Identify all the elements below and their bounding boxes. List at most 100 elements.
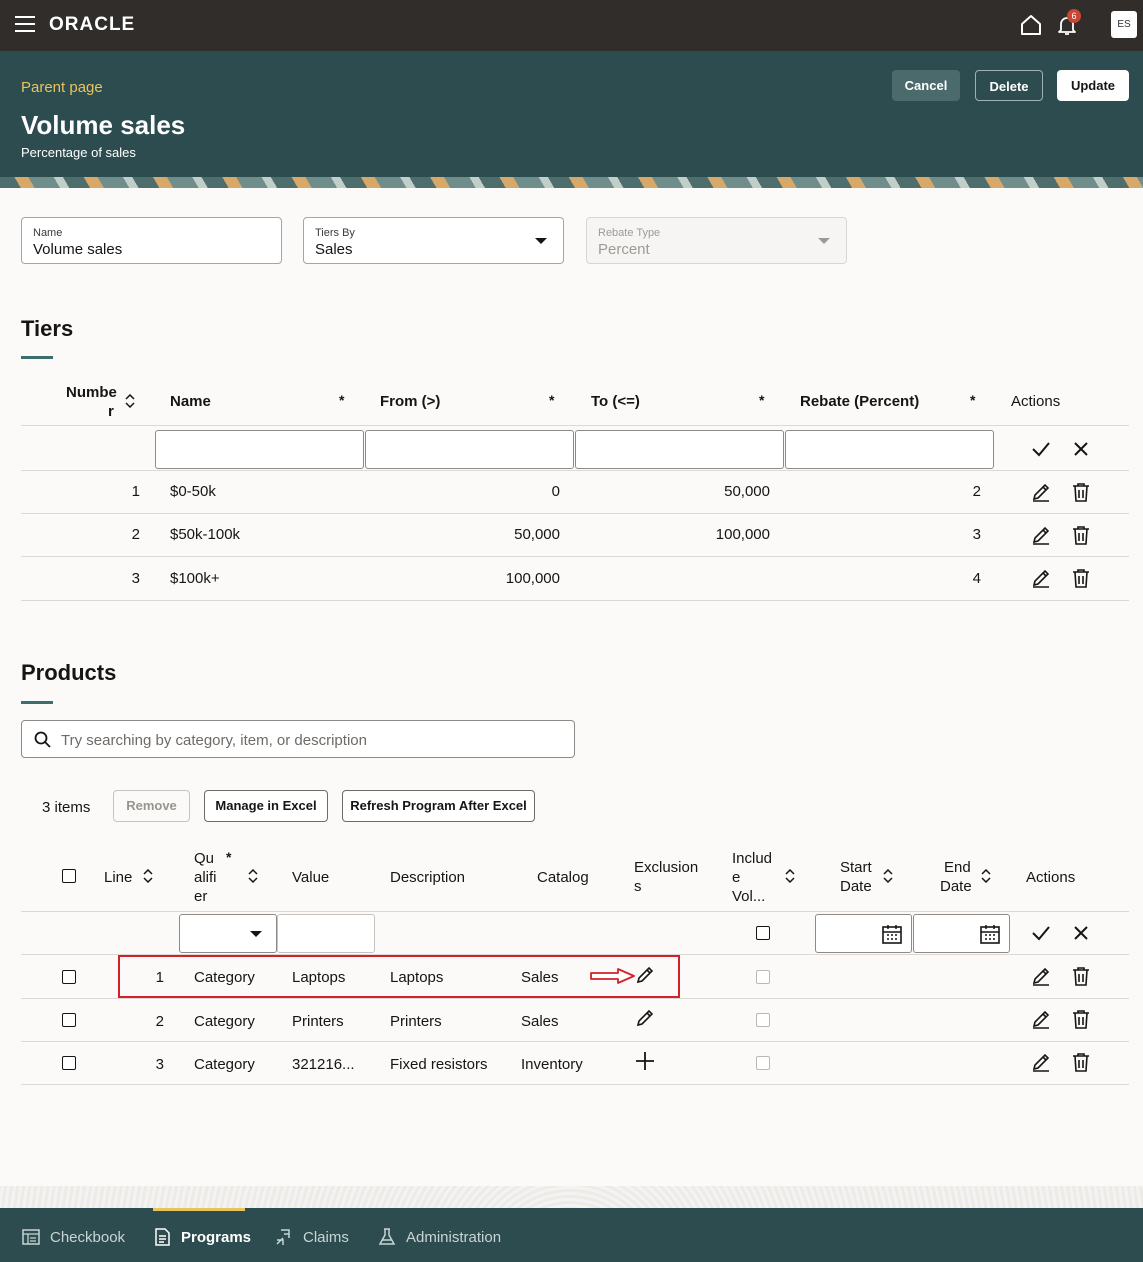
cancel-button[interactable]: Cancel xyxy=(892,70,960,101)
update-button[interactable]: Update xyxy=(1057,70,1129,101)
edit-icon[interactable] xyxy=(1030,481,1052,503)
new-tier-from-input[interactable] xyxy=(365,430,574,469)
select-all-checkbox[interactable] xyxy=(62,869,76,883)
divider xyxy=(21,600,1129,601)
col-line-header[interactable]: Line xyxy=(104,869,132,886)
tier-name: $50k-100k xyxy=(170,526,241,543)
chevron-down-icon[interactable] xyxy=(535,238,547,244)
tier-rebate: 2 xyxy=(972,483,981,500)
name-field-value[interactable]: Volume sales xyxy=(33,241,122,258)
page-subtitle: Percentage of sales xyxy=(21,145,136,160)
search-icon xyxy=(34,731,51,748)
col-start-date-header-wrap: Date xyxy=(840,878,872,895)
row-checkbox[interactable] xyxy=(62,970,76,984)
items-count: 3 items xyxy=(42,799,91,816)
plus-icon[interactable] xyxy=(634,1050,656,1072)
check-icon[interactable] xyxy=(1030,438,1052,460)
pencil-icon[interactable] xyxy=(634,1007,656,1029)
trash-icon[interactable] xyxy=(1070,524,1092,546)
new-tier-name-input[interactable] xyxy=(155,430,364,469)
annotation-arrow-icon xyxy=(590,968,635,984)
edit-icon[interactable] xyxy=(1030,1008,1052,1030)
product-search[interactable] xyxy=(21,720,575,758)
col-qualifier-header[interactable]: Qu xyxy=(194,850,214,867)
checkbook-icon xyxy=(22,1229,40,1245)
manage-in-excel-button[interactable]: Manage in Excel xyxy=(204,790,328,822)
home-icon[interactable] xyxy=(1019,13,1043,37)
tier-name: $100k+ xyxy=(170,570,220,587)
search-input[interactable] xyxy=(61,729,561,751)
tiers-by-value[interactable]: Sales xyxy=(315,241,353,258)
product-line: 3 xyxy=(155,1056,164,1073)
trash-icon[interactable] xyxy=(1070,567,1092,589)
top-bar: ORACLE 6 ES xyxy=(0,0,1143,51)
sort-icon[interactable] xyxy=(248,869,258,883)
hamburger-menu-icon[interactable] xyxy=(15,16,35,32)
edit-icon[interactable] xyxy=(1030,965,1052,987)
close-icon[interactable] xyxy=(1070,922,1092,944)
decorative-pattern xyxy=(0,1186,1143,1208)
tier-from: 100,000 xyxy=(505,570,560,587)
flask-icon xyxy=(378,1228,396,1245)
col-include-header[interactable]: Includ xyxy=(732,850,772,867)
edit-icon[interactable] xyxy=(1030,524,1052,546)
col-actions-header: Actions xyxy=(1011,393,1061,410)
tier-rebate: 3 xyxy=(972,526,981,543)
sort-icon[interactable] xyxy=(981,869,991,883)
chevron-down-icon[interactable] xyxy=(250,931,262,937)
decorative-banner xyxy=(0,177,1143,188)
include-volume-checkbox xyxy=(756,1013,770,1027)
oracle-logo: ORACLE xyxy=(49,14,136,35)
trash-icon[interactable] xyxy=(1070,965,1092,987)
sort-icon[interactable] xyxy=(883,869,893,883)
bottom-navigation: Checkbook Programs Claims Administration xyxy=(0,1208,1143,1262)
col-include-header-wrap: e xyxy=(732,869,741,886)
col-exclusions-header-wrap: s xyxy=(634,878,642,895)
required-mark: * xyxy=(226,849,232,865)
col-number-header[interactable]: Numbe xyxy=(66,384,117,401)
parent-page-link[interactable]: Parent page xyxy=(21,79,103,96)
refresh-program-button[interactable]: Refresh Program After Excel xyxy=(342,790,535,822)
delete-button[interactable]: Delete xyxy=(975,70,1043,101)
page-title: Volume sales xyxy=(21,110,186,140)
col-value-header: Value xyxy=(292,869,330,886)
edit-icon[interactable] xyxy=(1030,1051,1052,1073)
calendar-icon[interactable] xyxy=(979,923,1001,945)
col-start-date-header[interactable]: Start xyxy=(840,859,872,876)
divider xyxy=(21,470,1129,471)
tier-number: 2 xyxy=(131,526,140,543)
trash-icon[interactable] xyxy=(1070,481,1092,503)
new-value-input[interactable] xyxy=(277,914,375,953)
divider xyxy=(21,556,1129,557)
product-qualifier: Category xyxy=(194,1013,255,1030)
calendar-icon[interactable] xyxy=(881,923,903,945)
col-qualifier-header-wrap: er xyxy=(194,888,208,905)
new-tier-to-input[interactable] xyxy=(575,430,784,469)
new-tier-rebate-input[interactable] xyxy=(785,430,994,469)
new-start-date-input[interactable] xyxy=(815,914,912,953)
product-description: Fixed resistors xyxy=(390,1056,488,1073)
nav-label: Claims xyxy=(303,1229,349,1246)
product-qualifier: Category xyxy=(194,1056,255,1073)
edit-icon[interactable] xyxy=(1030,567,1052,589)
new-include-volume-checkbox[interactable] xyxy=(756,926,770,940)
trash-icon[interactable] xyxy=(1070,1008,1092,1030)
check-icon[interactable] xyxy=(1030,922,1052,944)
trash-icon[interactable] xyxy=(1070,1051,1092,1073)
close-icon[interactable] xyxy=(1070,438,1092,460)
sort-icon[interactable] xyxy=(143,869,153,883)
col-end-date-header[interactable]: End xyxy=(944,859,971,876)
new-qualifier-select[interactable] xyxy=(179,914,277,953)
tiers-by-select[interactable]: Tiers By Sales xyxy=(303,217,564,264)
col-number-header-wrap: r xyxy=(108,403,114,420)
tier-to: 100,000 xyxy=(715,526,770,543)
new-end-date-input[interactable] xyxy=(913,914,1010,953)
sort-icon[interactable] xyxy=(785,869,795,883)
sort-icon[interactable] xyxy=(125,394,135,408)
tier-name: $0-50k xyxy=(170,483,216,500)
user-avatar[interactable]: ES xyxy=(1111,11,1137,38)
row-checkbox[interactable] xyxy=(62,1056,76,1070)
row-checkbox[interactable] xyxy=(62,1013,76,1027)
include-volume-checkbox xyxy=(756,970,770,984)
name-field[interactable]: Name Volume sales xyxy=(21,217,282,264)
